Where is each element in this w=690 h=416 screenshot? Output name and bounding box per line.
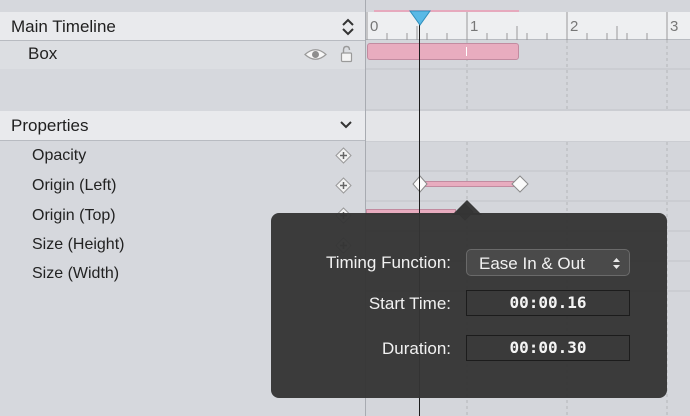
layer-row-box[interactable]: Box bbox=[0, 41, 365, 69]
timing-function-select[interactable]: Ease In & Out bbox=[466, 249, 630, 276]
property-label: Size (Height) bbox=[32, 236, 125, 253]
duration-field[interactable]: 00:00.30 bbox=[466, 335, 630, 361]
property-row-opacity[interactable]: Opacity bbox=[0, 141, 365, 171]
property-label: Origin (Top) bbox=[32, 207, 116, 224]
bar-marker bbox=[466, 47, 467, 56]
timing-function-value: Ease In & Out bbox=[479, 254, 585, 273]
eye-icon[interactable] bbox=[304, 47, 327, 62]
property-label: Opacity bbox=[32, 147, 87, 164]
layer-name: Box bbox=[28, 44, 58, 63]
chevron-down-icon[interactable] bbox=[339, 120, 353, 130]
chevron-updown-icon[interactable] bbox=[341, 18, 355, 36]
property-label: Origin (Left) bbox=[32, 177, 117, 194]
property-row-origin-left[interactable]: Origin (Left) bbox=[0, 171, 365, 201]
timing-function-label: Timing Function: bbox=[325, 253, 451, 272]
keyframe-diamonds[interactable] bbox=[412, 175, 530, 193]
timeline-selector[interactable]: Main Timeline bbox=[0, 12, 365, 41]
timeline-name: Main Timeline bbox=[11, 17, 116, 36]
start-time-label: Start Time: bbox=[368, 294, 451, 313]
lock-icon[interactable] bbox=[340, 45, 353, 63]
chevron-updown-icon bbox=[613, 258, 620, 269]
playhead-handle-icon[interactable] bbox=[409, 10, 431, 26]
diamond-plus-icon[interactable] bbox=[335, 147, 352, 164]
keyframe-popover: Timing Function: Ease In & Out Start Tim… bbox=[271, 200, 667, 398]
duration-label: Duration: bbox=[382, 339, 451, 358]
property-label: Size (Width) bbox=[32, 265, 120, 282]
properties-header[interactable]: Properties bbox=[0, 111, 365, 141]
properties-title: Properties bbox=[11, 116, 89, 135]
start-time-field[interactable]: 00:00.16 bbox=[466, 290, 630, 316]
diamond-plus-icon[interactable] bbox=[335, 177, 352, 194]
layer-duration-bar[interactable] bbox=[367, 43, 519, 60]
popover-arrow bbox=[452, 200, 482, 215]
layers-empty-area bbox=[0, 69, 365, 110]
